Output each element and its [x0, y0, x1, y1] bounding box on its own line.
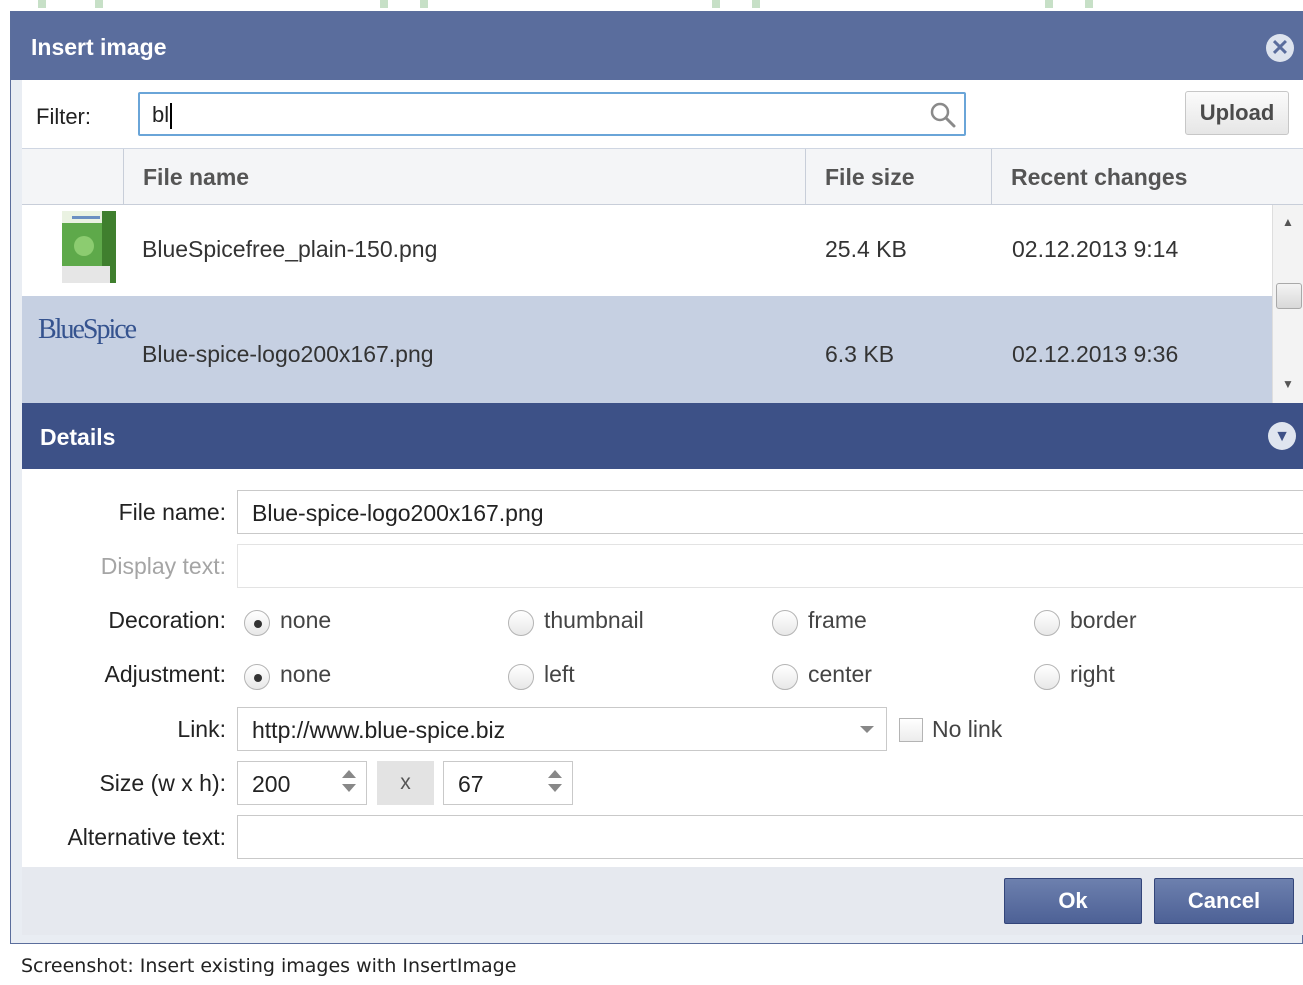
file-name-cell: BlueSpicefree_plain-150.png	[142, 236, 438, 262]
recent-changes-cell: 02.12.2013 9:14	[1012, 236, 1179, 262]
dialog-footer: Ok Cancel	[22, 867, 1303, 935]
filter-label: Filter:	[36, 104, 91, 129]
alt-text-label: Alternative text:	[67, 824, 226, 850]
file-name-field[interactable]: Blue-spice-logo200x167.png	[237, 490, 1303, 534]
stepper-arrows-icon[interactable]	[342, 770, 356, 792]
decoration-label: Decoration:	[108, 607, 226, 633]
column-header-file-size[interactable]: File size	[805, 149, 991, 205]
scrollbar-thumb[interactable]	[1276, 283, 1302, 309]
radio-unchecked	[772, 610, 798, 636]
scroll-up-icon[interactable]: ▲	[1282, 215, 1294, 229]
width-stepper[interactable]: 200	[237, 761, 367, 805]
details-title: Details	[40, 424, 116, 450]
text-caret	[170, 103, 172, 129]
display-text-field	[237, 544, 1303, 588]
height-value: 67	[458, 771, 484, 797]
filter-input[interactable]: bl	[138, 92, 966, 136]
upload-button[interactable]: Upload	[1185, 91, 1289, 135]
height-stepper[interactable]: 67	[443, 761, 573, 805]
ok-button[interactable]: Ok	[1004, 878, 1142, 924]
image-thumbnail: BlueSpice	[22, 296, 137, 404]
file-name-label: File name:	[118, 499, 226, 525]
search-icon[interactable]	[928, 100, 958, 130]
link-value: http://www.blue-spice.biz	[252, 717, 506, 743]
no-link-checkbox[interactable]	[899, 718, 923, 742]
file-name-cell: Blue-spice-logo200x167.png	[142, 341, 434, 367]
filter-bar: Filter: bl Upload	[22, 80, 1303, 148]
details-panel: File name: Blue-spice-logo200x167.png Di…	[22, 469, 1303, 867]
no-link-label: No link	[932, 716, 1003, 742]
grid-scrollbar[interactable]: ▲ ▼	[1272, 205, 1303, 404]
dialog-title: Insert image	[31, 34, 167, 60]
insert-image-dialog: Insert image ✕ Filter: bl Upload File na…	[10, 11, 1303, 944]
radio-unchecked	[508, 664, 534, 690]
alt-text-field[interactable]	[237, 815, 1303, 859]
radio-unchecked	[508, 610, 534, 636]
radio-unchecked	[772, 664, 798, 690]
column-header-recent-changes[interactable]: Recent changes	[991, 149, 1303, 205]
size-separator: x	[377, 761, 434, 805]
column-header-file-name[interactable]: File name	[123, 149, 805, 205]
file-grid: File name File size Recent changes BlueS…	[22, 148, 1303, 404]
file-size-cell: 6.3 KB	[825, 341, 895, 367]
logo-text: BlueSpice	[38, 314, 137, 345]
width-value: 200	[252, 771, 291, 797]
size-label: Size (w x h):	[99, 770, 226, 796]
link-label: Link:	[177, 716, 226, 742]
table-row-selected[interactable]: BlueSpice Blue-spice-logo200x167.png 6.3…	[22, 296, 1272, 404]
display-text-label: Display text:	[100, 553, 226, 579]
details-header[interactable]: Details ▼	[22, 403, 1303, 469]
screenshot-caption: Screenshot: Insert existing images with …	[21, 955, 517, 977]
dialog-title-bar[interactable]: Insert image ✕	[11, 12, 1302, 80]
background-pattern	[38, 0, 1093, 8]
close-icon[interactable]: ✕	[1266, 34, 1294, 62]
grid-header: File name File size Recent changes	[22, 149, 1303, 205]
table-row[interactable]: BlueSpicefree_plain-150.png 25.4 KB 02.1…	[22, 206, 1272, 296]
scroll-down-icon[interactable]: ▼	[1282, 377, 1294, 391]
stepper-arrows-icon[interactable]	[548, 770, 562, 792]
radio-checked	[244, 664, 270, 690]
radio-unchecked	[1034, 664, 1060, 690]
file-size-cell: 25.4 KB	[825, 236, 907, 262]
filter-value: bl	[152, 102, 170, 127]
radio-checked	[244, 610, 270, 636]
cancel-button[interactable]: Cancel	[1154, 878, 1294, 924]
radio-unchecked	[1034, 610, 1060, 636]
chevron-down-icon[interactable]: ▼	[1268, 422, 1296, 450]
link-combobox[interactable]: http://www.blue-spice.biz	[237, 707, 887, 751]
recent-changes-cell: 02.12.2013 9:36	[1012, 341, 1179, 367]
adjustment-label: Adjustment:	[104, 661, 226, 687]
chevron-down-icon[interactable]	[860, 726, 874, 733]
image-thumbnail	[62, 211, 116, 283]
file-name-value: Blue-spice-logo200x167.png	[252, 500, 544, 526]
